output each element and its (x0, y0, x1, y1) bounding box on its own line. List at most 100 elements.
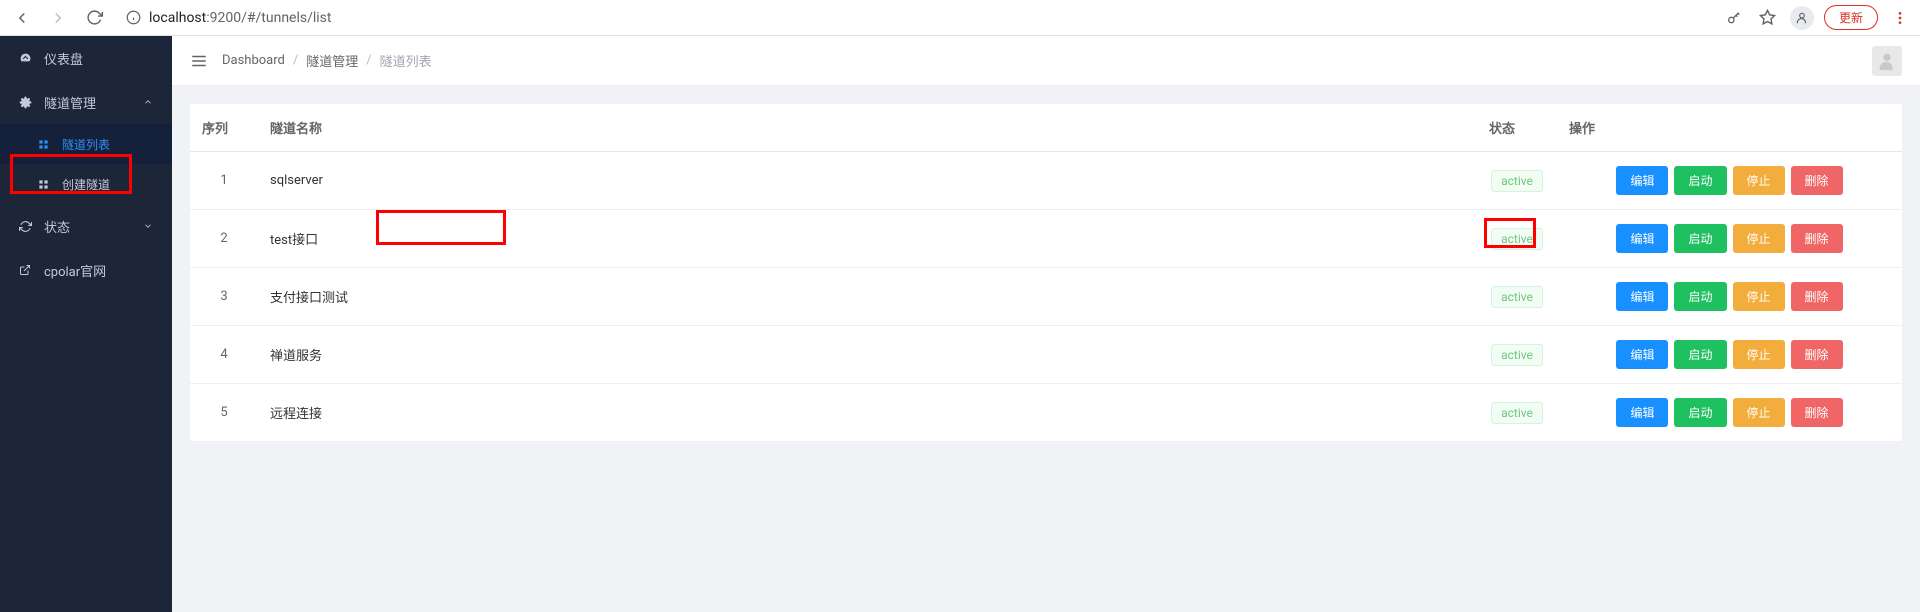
sidebar-label: cpolar官网 (44, 261, 154, 280)
stop-button[interactable]: 停止 (1733, 282, 1785, 311)
table-row: 1sqlserver active 编辑启动停止删除 (190, 152, 1902, 210)
star-icon[interactable] (1756, 6, 1780, 30)
sidebar-label: 创建隧道 (62, 176, 154, 193)
table-row: 5远程连接 active 编辑启动停止删除 (190, 384, 1902, 442)
sidebar-item-tunnel-list[interactable]: 隧道列表 (0, 124, 172, 164)
reload-button[interactable] (80, 4, 108, 32)
menu-icon[interactable] (1888, 6, 1912, 30)
cell-name: sqlserver (258, 152, 1477, 210)
stop-button[interactable]: 停止 (1733, 224, 1785, 253)
breadcrumb-section[interactable]: 隧道管理 (306, 51, 358, 70)
edit-button[interactable]: 编辑 (1616, 398, 1668, 427)
delete-button[interactable]: 删除 (1791, 166, 1843, 195)
sidebar-item-cpolar-site[interactable]: cpolar官网 (0, 248, 172, 292)
browser-right-icons: 更新 (1722, 5, 1912, 30)
col-name: 隧道名称 (258, 104, 1477, 152)
status-badge: active (1491, 228, 1543, 250)
sidebar-item-create-tunnel[interactable]: 创建隧道 (0, 164, 172, 204)
breadcrumb-sep: / (366, 53, 371, 68)
tunnel-table-card: 序列 隧道名称 状态 操作 1sqlserveractive编辑启动停止删除2t… (190, 104, 1902, 442)
update-button[interactable]: 更新 (1824, 5, 1878, 30)
cell-status: active (1477, 152, 1557, 210)
back-button[interactable] (8, 4, 36, 32)
breadcrumb: Dashboard / 隧道管理 / 隧道列表 (222, 51, 432, 70)
breadcrumb-sep: / (293, 53, 298, 68)
topbar: Dashboard / 隧道管理 / 隧道列表 (172, 36, 1920, 86)
delete-button[interactable]: 删除 (1791, 340, 1843, 369)
cell-name: 禅道服务 (258, 326, 1477, 384)
address-bar[interactable]: localhost:9200/#/tunnels/list (116, 4, 1714, 32)
cell-name: 支付接口测试 (258, 268, 1477, 326)
cell-seq: 5 (190, 384, 258, 442)
external-icon (18, 264, 32, 276)
table-row: 2test接口 active 编辑启动停止删除 (190, 210, 1902, 268)
grid-icon (36, 139, 50, 150)
col-seq: 序列 (190, 104, 258, 152)
cell-actions: 编辑启动停止删除 (1557, 152, 1902, 210)
sidebar-label: 状态 (44, 217, 130, 236)
browser-chrome: localhost:9200/#/tunnels/list 更新 (0, 0, 1920, 36)
forward-button[interactable] (44, 4, 72, 32)
chevron-up-icon (142, 96, 154, 108)
cell-seq: 3 (190, 268, 258, 326)
address-text: localhost:9200/#/tunnels/list (149, 10, 332, 26)
info-icon (126, 10, 141, 25)
breadcrumb-root[interactable]: Dashboard (222, 53, 285, 68)
col-actions: 操作 (1557, 104, 1902, 152)
cell-actions: 编辑启动停止删除 (1557, 384, 1902, 442)
cell-status: active (1477, 384, 1557, 442)
table-row: 3支付接口测试 active 编辑启动停止删除 (190, 268, 1902, 326)
start-button[interactable]: 启动 (1674, 340, 1726, 369)
cell-actions: 编辑启动停止删除 (1557, 326, 1902, 384)
col-status: 状态 (1477, 104, 1557, 152)
cell-status: active (1477, 268, 1557, 326)
status-badge: active (1491, 402, 1543, 424)
cell-name: 远程连接 (258, 384, 1477, 442)
chevron-down-icon (142, 220, 154, 232)
start-button[interactable]: 启动 (1674, 282, 1726, 311)
delete-button[interactable]: 删除 (1791, 282, 1843, 311)
start-button[interactable]: 启动 (1674, 224, 1726, 253)
cell-status: active (1477, 210, 1557, 268)
breadcrumb-current: 隧道列表 (380, 51, 432, 70)
grid-icon (36, 179, 50, 190)
refresh-icon (18, 220, 32, 233)
delete-button[interactable]: 删除 (1791, 224, 1843, 253)
edit-button[interactable]: 编辑 (1616, 166, 1668, 195)
sidebar-label: 隧道列表 (62, 136, 154, 153)
status-badge: active (1491, 286, 1543, 308)
sidebar-label: 仪表盘 (44, 49, 154, 68)
status-badge: active (1491, 344, 1543, 366)
cell-seq: 1 (190, 152, 258, 210)
table-row: 4禅道服务 active 编辑启动停止删除 (190, 326, 1902, 384)
cell-seq: 2 (190, 210, 258, 268)
cell-status: active (1477, 326, 1557, 384)
key-icon[interactable] (1722, 6, 1746, 30)
stop-button[interactable]: 停止 (1733, 398, 1785, 427)
menu-toggle-icon[interactable] (190, 52, 208, 70)
start-button[interactable]: 启动 (1674, 166, 1726, 195)
cell-seq: 4 (190, 326, 258, 384)
stop-button[interactable]: 停止 (1733, 340, 1785, 369)
sidebar: 仪表盘 隧道管理 隧道列表 创建隧道 状态 (0, 36, 172, 612)
edit-button[interactable]: 编辑 (1616, 340, 1668, 369)
profile-icon[interactable] (1790, 6, 1814, 30)
sidebar-item-dashboard[interactable]: 仪表盘 (0, 36, 172, 80)
cell-name: test接口 (258, 210, 1477, 268)
avatar[interactable] (1872, 46, 1902, 76)
sidebar-item-tunnel-mgmt[interactable]: 隧道管理 (0, 80, 172, 124)
stop-button[interactable]: 停止 (1733, 166, 1785, 195)
sidebar-label: 隧道管理 (44, 93, 130, 112)
status-badge: active (1491, 170, 1543, 192)
cell-actions: 编辑启动停止删除 (1557, 210, 1902, 268)
delete-button[interactable]: 删除 (1791, 398, 1843, 427)
app-root: 仪表盘 隧道管理 隧道列表 创建隧道 状态 (0, 36, 1920, 612)
edit-button[interactable]: 编辑 (1616, 282, 1668, 311)
main-area: Dashboard / 隧道管理 / 隧道列表 序列 隧道名称 状态 操作 (172, 36, 1920, 612)
edit-button[interactable]: 编辑 (1616, 224, 1668, 253)
sidebar-item-status[interactable]: 状态 (0, 204, 172, 248)
gauge-icon (18, 52, 32, 65)
cell-actions: 编辑启动停止删除 (1557, 268, 1902, 326)
start-button[interactable]: 启动 (1674, 398, 1726, 427)
settings-icon (18, 96, 32, 109)
